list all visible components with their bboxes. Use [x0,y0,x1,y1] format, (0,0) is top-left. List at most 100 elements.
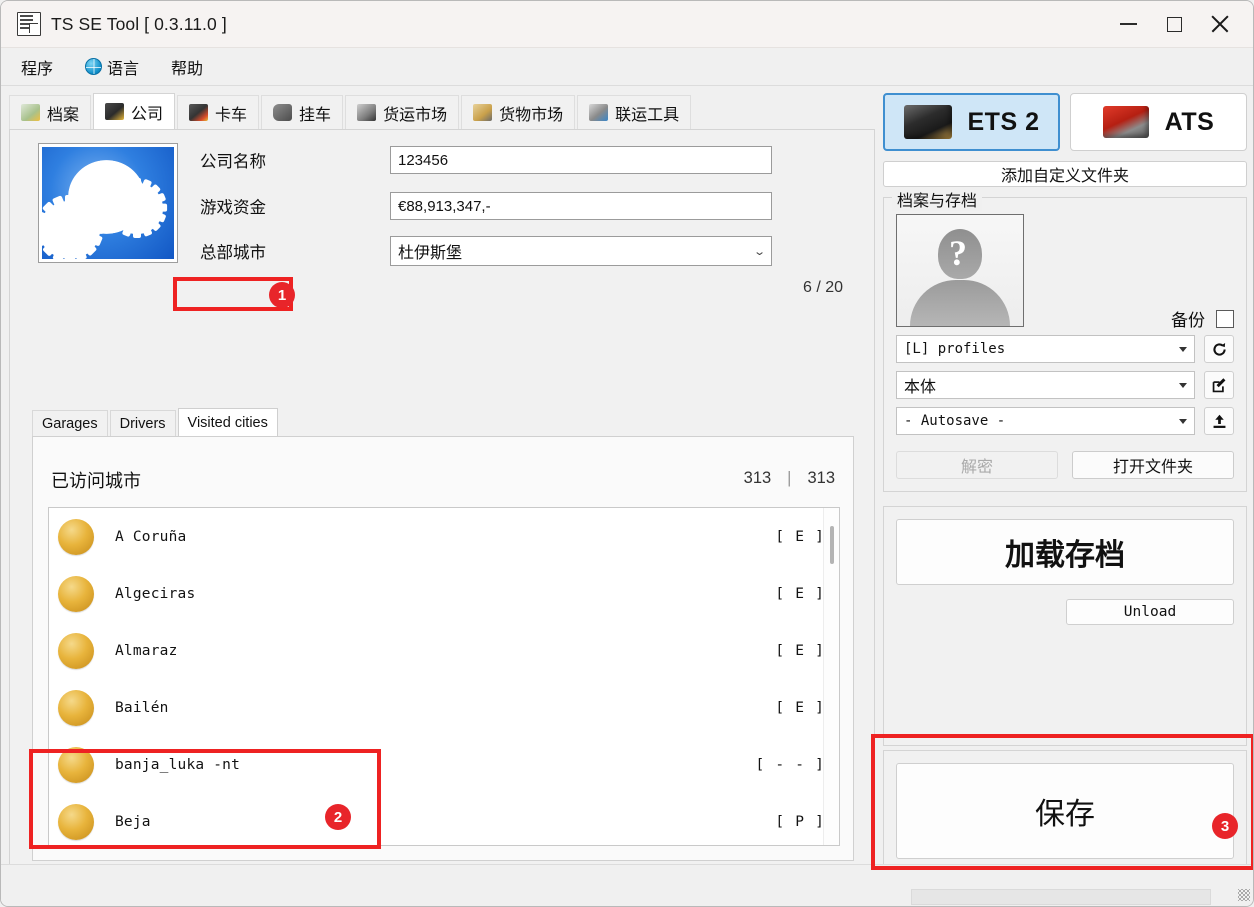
city-bullet-icon [58,575,94,612]
tab-freight-market[interactable]: 货运市场 [345,95,460,129]
profile-combo[interactable]: [L] profiles [896,335,1195,363]
city-bullet-icon [58,803,94,840]
trailer-icon [273,104,293,121]
company-subtab-strip: Garages Drivers Visited cities [32,407,280,437]
add-custom-folder-label: 添加自定义文件夹 [1000,168,1129,185]
gear-teeth [107,177,167,238]
tab-combined-tools[interactable]: 联运工具 [577,95,692,129]
globe-icon [85,58,103,75]
game-button-ets2[interactable]: ETS 2 [883,93,1060,151]
list-item[interactable]: Bailén [ E ] [49,679,839,736]
tab-profile[interactable]: 档案 [9,95,92,129]
list-scrollbar-thumb[interactable] [830,526,834,564]
resize-grip[interactable] [1238,889,1250,901]
annotation-badge-2: 2 [325,804,351,830]
upload-icon [1213,414,1225,428]
open-folder-label: 打开文件夹 [1112,459,1193,476]
input-company-name[interactable]: 123456 [390,146,772,174]
list-item[interactable]: Beja [ P ] [49,793,839,845]
input-game-money[interactable]: €88,913,347,- [390,192,772,220]
upload-button[interactable] [1204,407,1234,435]
tab-truck[interactable]: 卡车 [177,95,260,129]
close-icon [1209,13,1231,35]
label-game-money: 游戏资金 [200,199,266,217]
list-item[interactable]: Algeciras [ E ] [49,565,839,622]
window-title: TS SE Tool [ 0.3.11.0 ] [51,13,227,34]
refresh-button[interactable] [1204,335,1234,363]
company-icon [105,103,125,120]
autosave-combo-row: - Autosave - [896,407,1234,435]
tab-label-truck: 卡车 [215,106,248,124]
combined-icon [589,104,609,121]
game-button-ats[interactable]: ATS [1070,93,1247,151]
visited-cities-list[interactable]: A Coruña [ E ] Algeciras [ E ] Almaraz [… [48,507,840,846]
edit-button[interactable] [1204,371,1234,399]
tab-label-combined-tools: 联运工具 [615,106,680,124]
unload-label: Unload [1123,604,1177,620]
count-separator: | [787,469,792,487]
status-progress [911,889,1211,905]
edit-icon [1212,377,1225,392]
label-company-name: 公司名称 [200,153,266,171]
list-item[interactable]: Almaraz [ E ] [49,622,839,679]
count-selected: 313 [743,469,772,487]
company-panel: 公司名称 123456 6 / 20 游戏资金 €88,913,347,- 总部… [9,129,875,906]
add-custom-folder-button[interactable]: 添加自定义文件夹 [883,161,1247,187]
menu-item-language[interactable]: 语言 [83,53,141,81]
city-name: Almaraz [115,642,178,659]
menu-item-program[interactable]: 程序 [19,53,55,81]
field-game-money: 游戏资金 €88,913,347,- [200,192,772,220]
profile-action-row: 解密 打开文件夹 [896,451,1234,479]
city-name: Algeciras [115,585,196,602]
company-logo [38,143,178,263]
load-save-button[interactable]: 加载存档 [896,519,1234,585]
company-name-counter: 6 / 20 [803,279,844,296]
gears-icon [42,147,174,259]
menu-item-help[interactable]: 帮助 [169,53,205,81]
city-name: Beja [115,813,151,830]
city-flag: [ E ] [775,642,825,659]
load-save-label: 加载存档 [1005,539,1125,572]
save-type-combo-row: 本体 [896,371,1234,399]
save-type-combo[interactable]: 本体 [896,371,1195,399]
autosave-combo-value: - Autosave - [904,413,1006,429]
tab-label-company: 公司 [131,105,164,123]
list-scrollbar[interactable] [823,508,839,845]
maximize-button[interactable] [1151,1,1197,48]
visited-cities-panel: 已访问城市 313 | 313 A Coruña [ E ] Algeciras… [32,436,854,861]
app-window: TS SE Tool [ 0.3.11.0 ] 程序 语言 帮助 档案 公司 卡… [0,0,1254,907]
city-flag: [ - - ] [755,756,825,773]
avatar-question-mark: ? [949,233,967,273]
ets2-truck-icon [903,105,952,139]
label-hq-city: 总部城市 [200,244,266,262]
list-item[interactable]: A Coruña [ E ] [49,508,839,565]
city-name: A Coruña [115,528,187,545]
status-bar [1,864,1253,906]
open-folder-button[interactable]: 打开文件夹 [1072,451,1234,479]
city-bullet-icon [58,746,94,783]
freight-icon [357,104,377,121]
tab-label-freight-market: 货运市场 [383,106,448,124]
subtab-garages[interactable]: Garages [32,410,108,437]
close-button[interactable] [1197,1,1243,48]
combo-hq-city[interactable]: 杜伊斯堡 ⌄ [390,236,772,266]
minimize-button[interactable] [1105,1,1151,48]
window-controls [1105,1,1253,48]
main-tab-strip: 档案 公司 卡车 挂车 货运市场 货物市场 联运工具 [9,93,875,129]
tab-trailer[interactable]: 挂车 [261,95,344,129]
save-button[interactable]: 保存 [896,763,1234,859]
autosave-combo[interactable]: - Autosave - [896,407,1195,435]
chevron-down-icon: ⌄ [752,245,766,258]
backup-checkbox[interactable] [1216,309,1234,328]
city-flag: [ E ] [775,699,825,716]
list-item[interactable]: banja_luka -nt [ - - ] [49,736,839,793]
tab-company[interactable]: 公司 [93,93,176,129]
subtab-drivers[interactable]: Drivers [109,410,176,437]
subtab-label-drivers: Drivers [119,416,166,432]
unload-button[interactable]: Unload [1066,599,1234,625]
tab-cargo-market[interactable]: 货物市场 [461,95,576,129]
menu-bar: 程序 语言 帮助 [1,48,1253,86]
profile-icon [21,104,40,121]
profile-combo-row: [L] profiles [896,335,1234,363]
subtab-visited-cities[interactable]: Visited cities [177,408,278,437]
